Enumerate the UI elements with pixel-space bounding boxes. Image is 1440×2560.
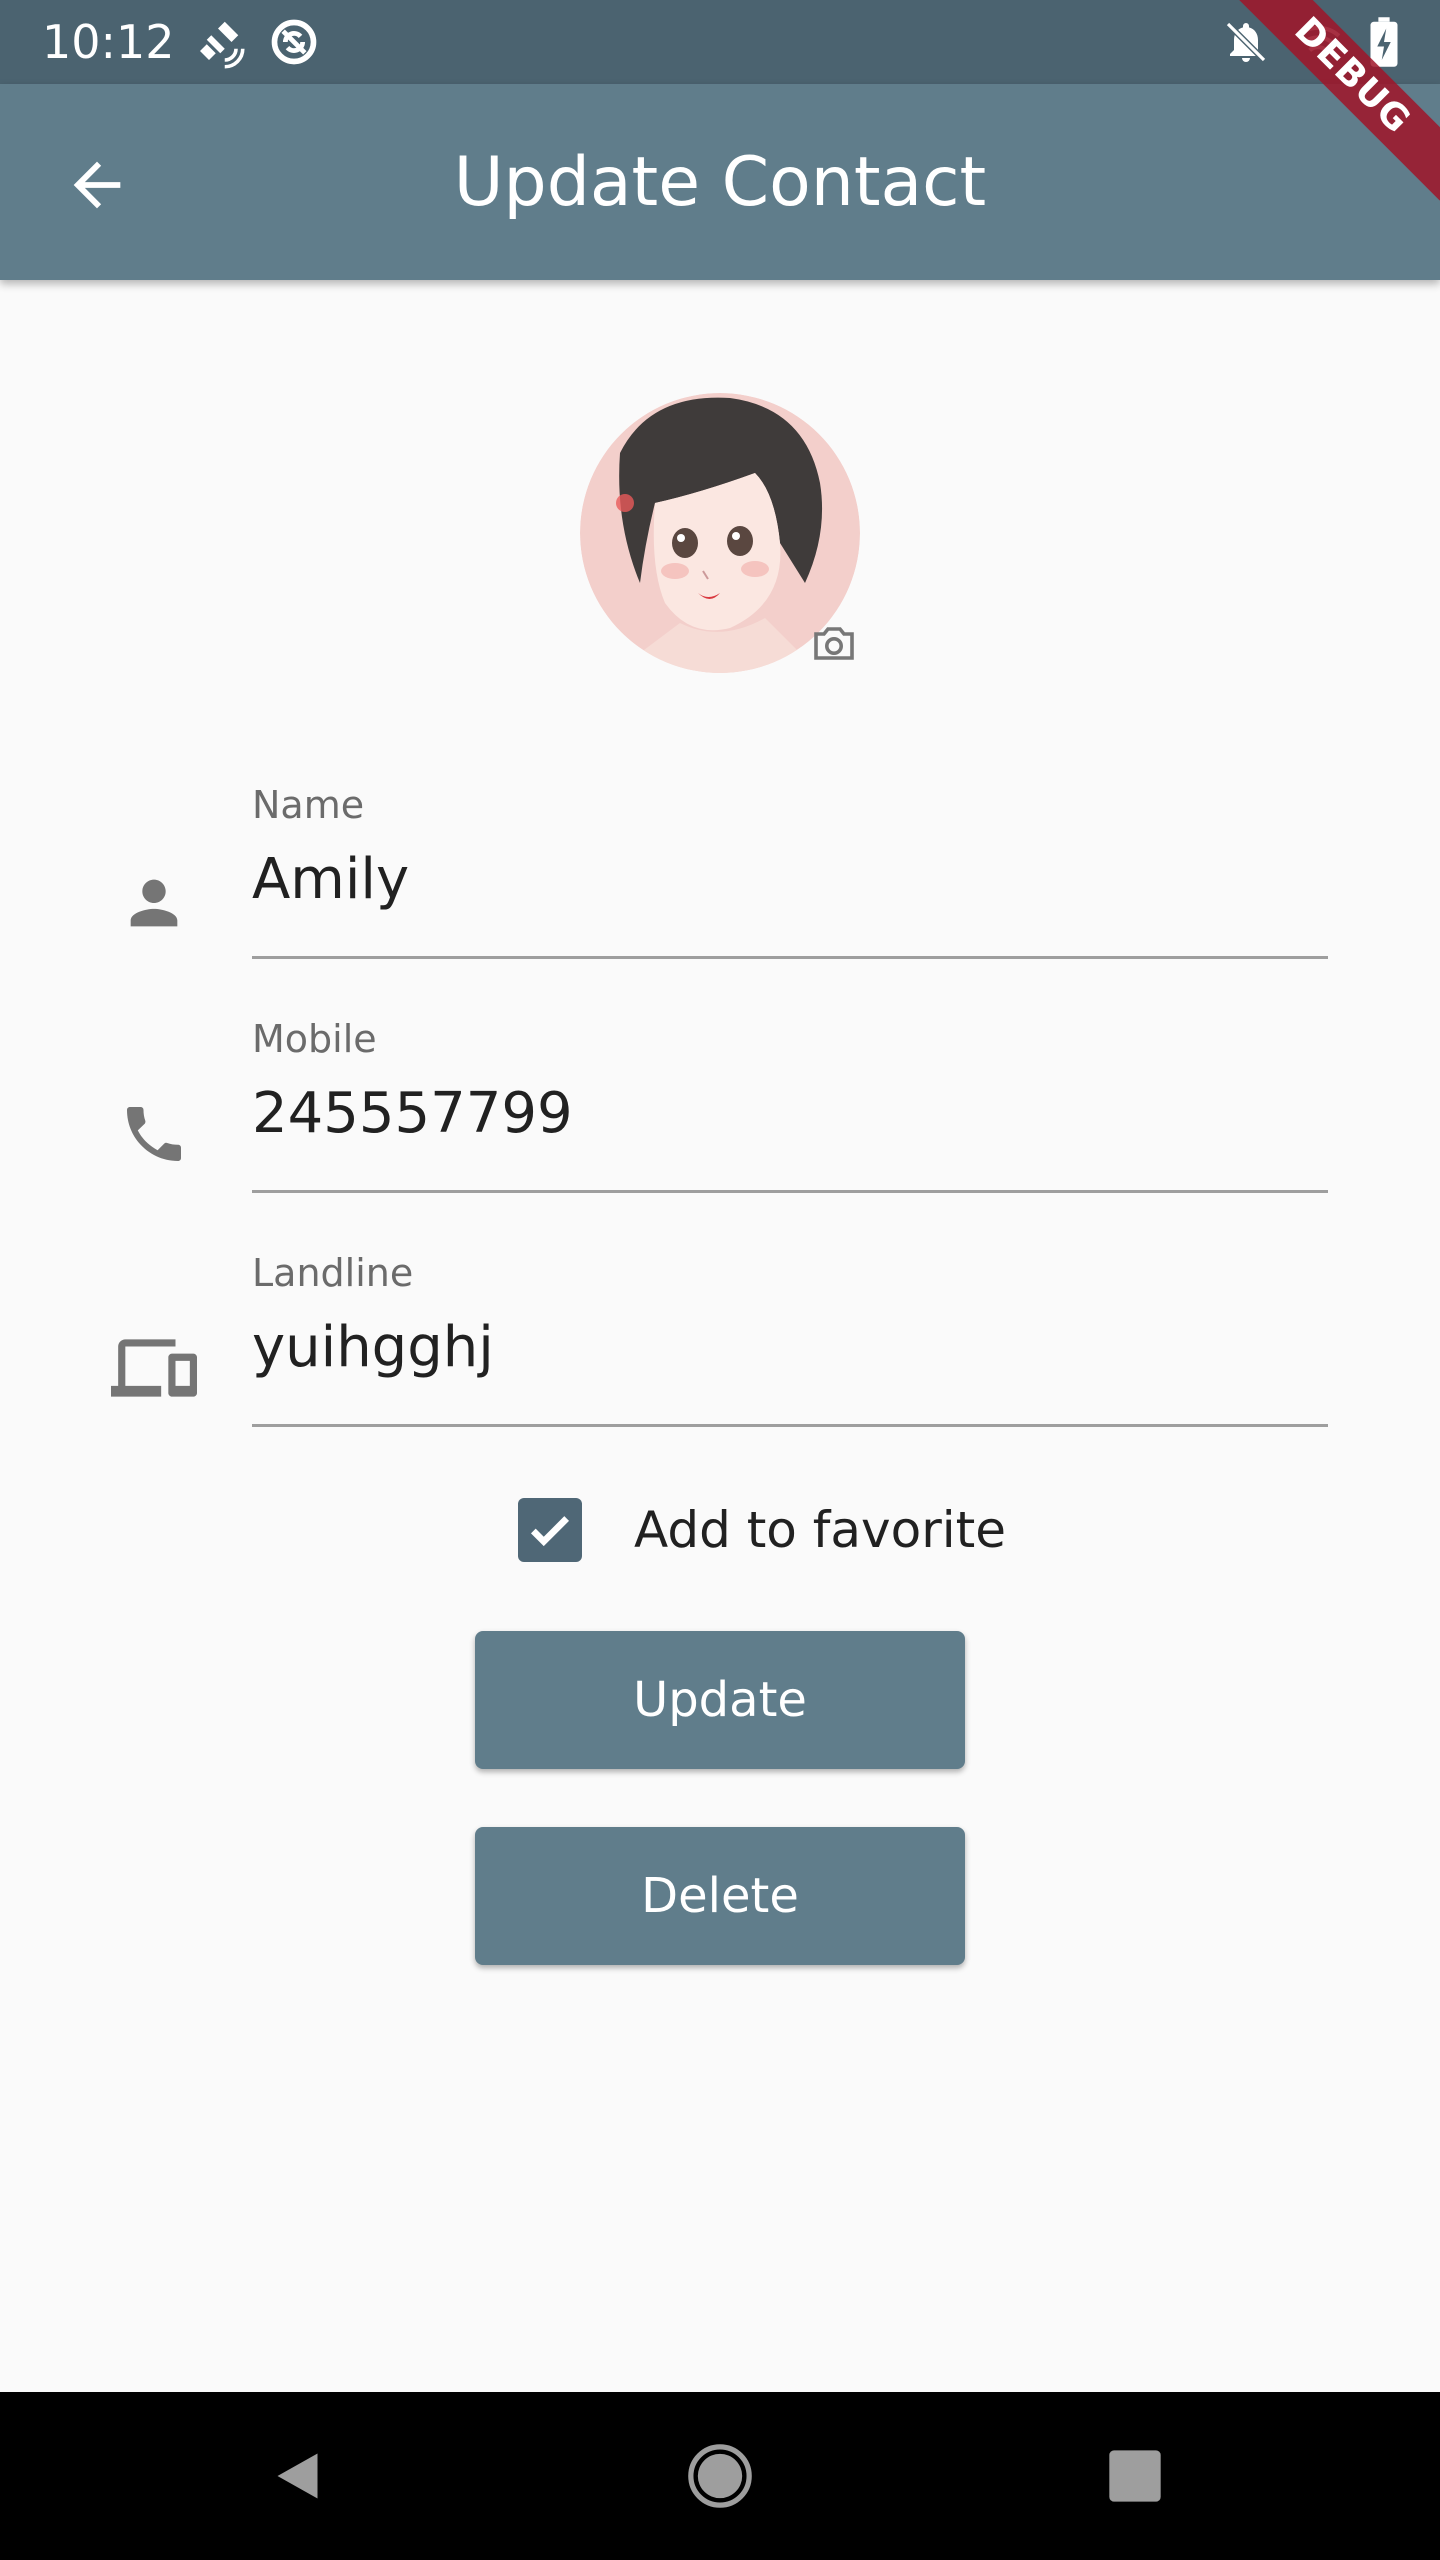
home-circle-icon	[688, 2444, 752, 2508]
mobile-label: Mobile	[252, 1017, 377, 1061]
status-bar: 10:12	[0, 0, 1440, 84]
favorite-row: Add to favorite	[518, 1495, 1006, 1565]
wifi-icon	[1290, 14, 1346, 70]
recents-square-icon	[1109, 2450, 1161, 2502]
landline-label: Landline	[252, 1251, 414, 1295]
landline-field[interactable]: Landline yuihgghj	[0, 1238, 1440, 1438]
name-value: Amily	[252, 847, 410, 912]
landline-underline	[252, 1424, 1328, 1427]
notifications-off-icon	[1218, 14, 1274, 70]
landline-value: yuihgghj	[252, 1315, 494, 1380]
back-triangle-icon	[277, 2453, 318, 2499]
app-bar: Update Contact	[0, 84, 1440, 280]
navigation-bar	[0, 2392, 1440, 2560]
battery-charging-icon	[1356, 14, 1412, 70]
page-title: Update Contact	[453, 143, 987, 222]
check-icon	[530, 1516, 570, 1547]
fake-gps-icon	[190, 14, 246, 70]
nav-home-button[interactable]	[670, 2426, 770, 2526]
nav-recents-button[interactable]	[1085, 2426, 1185, 2526]
devices-icon	[104, 1318, 204, 1418]
mobile-field[interactable]: Mobile 245557799	[0, 1004, 1440, 1204]
camera-icon[interactable]	[806, 616, 862, 672]
mobile-value: 245557799	[252, 1081, 573, 1146]
name-underline	[252, 956, 1328, 959]
status-time: 10:12	[42, 15, 175, 69]
name-field[interactable]: Name Amily	[0, 770, 1440, 970]
favorite-label: Add to favorite	[634, 1501, 1007, 1559]
nav-back-button[interactable]	[250, 2426, 350, 2526]
name-label: Name	[252, 783, 365, 827]
update-button[interactable]: Update	[475, 1631, 965, 1769]
mobile-underline	[252, 1190, 1328, 1193]
phone-icon	[104, 1084, 204, 1184]
sync-icon	[266, 14, 322, 70]
person-icon	[104, 853, 204, 953]
delete-button[interactable]: Delete	[475, 1827, 965, 1965]
favorite-checkbox[interactable]	[518, 1498, 582, 1562]
